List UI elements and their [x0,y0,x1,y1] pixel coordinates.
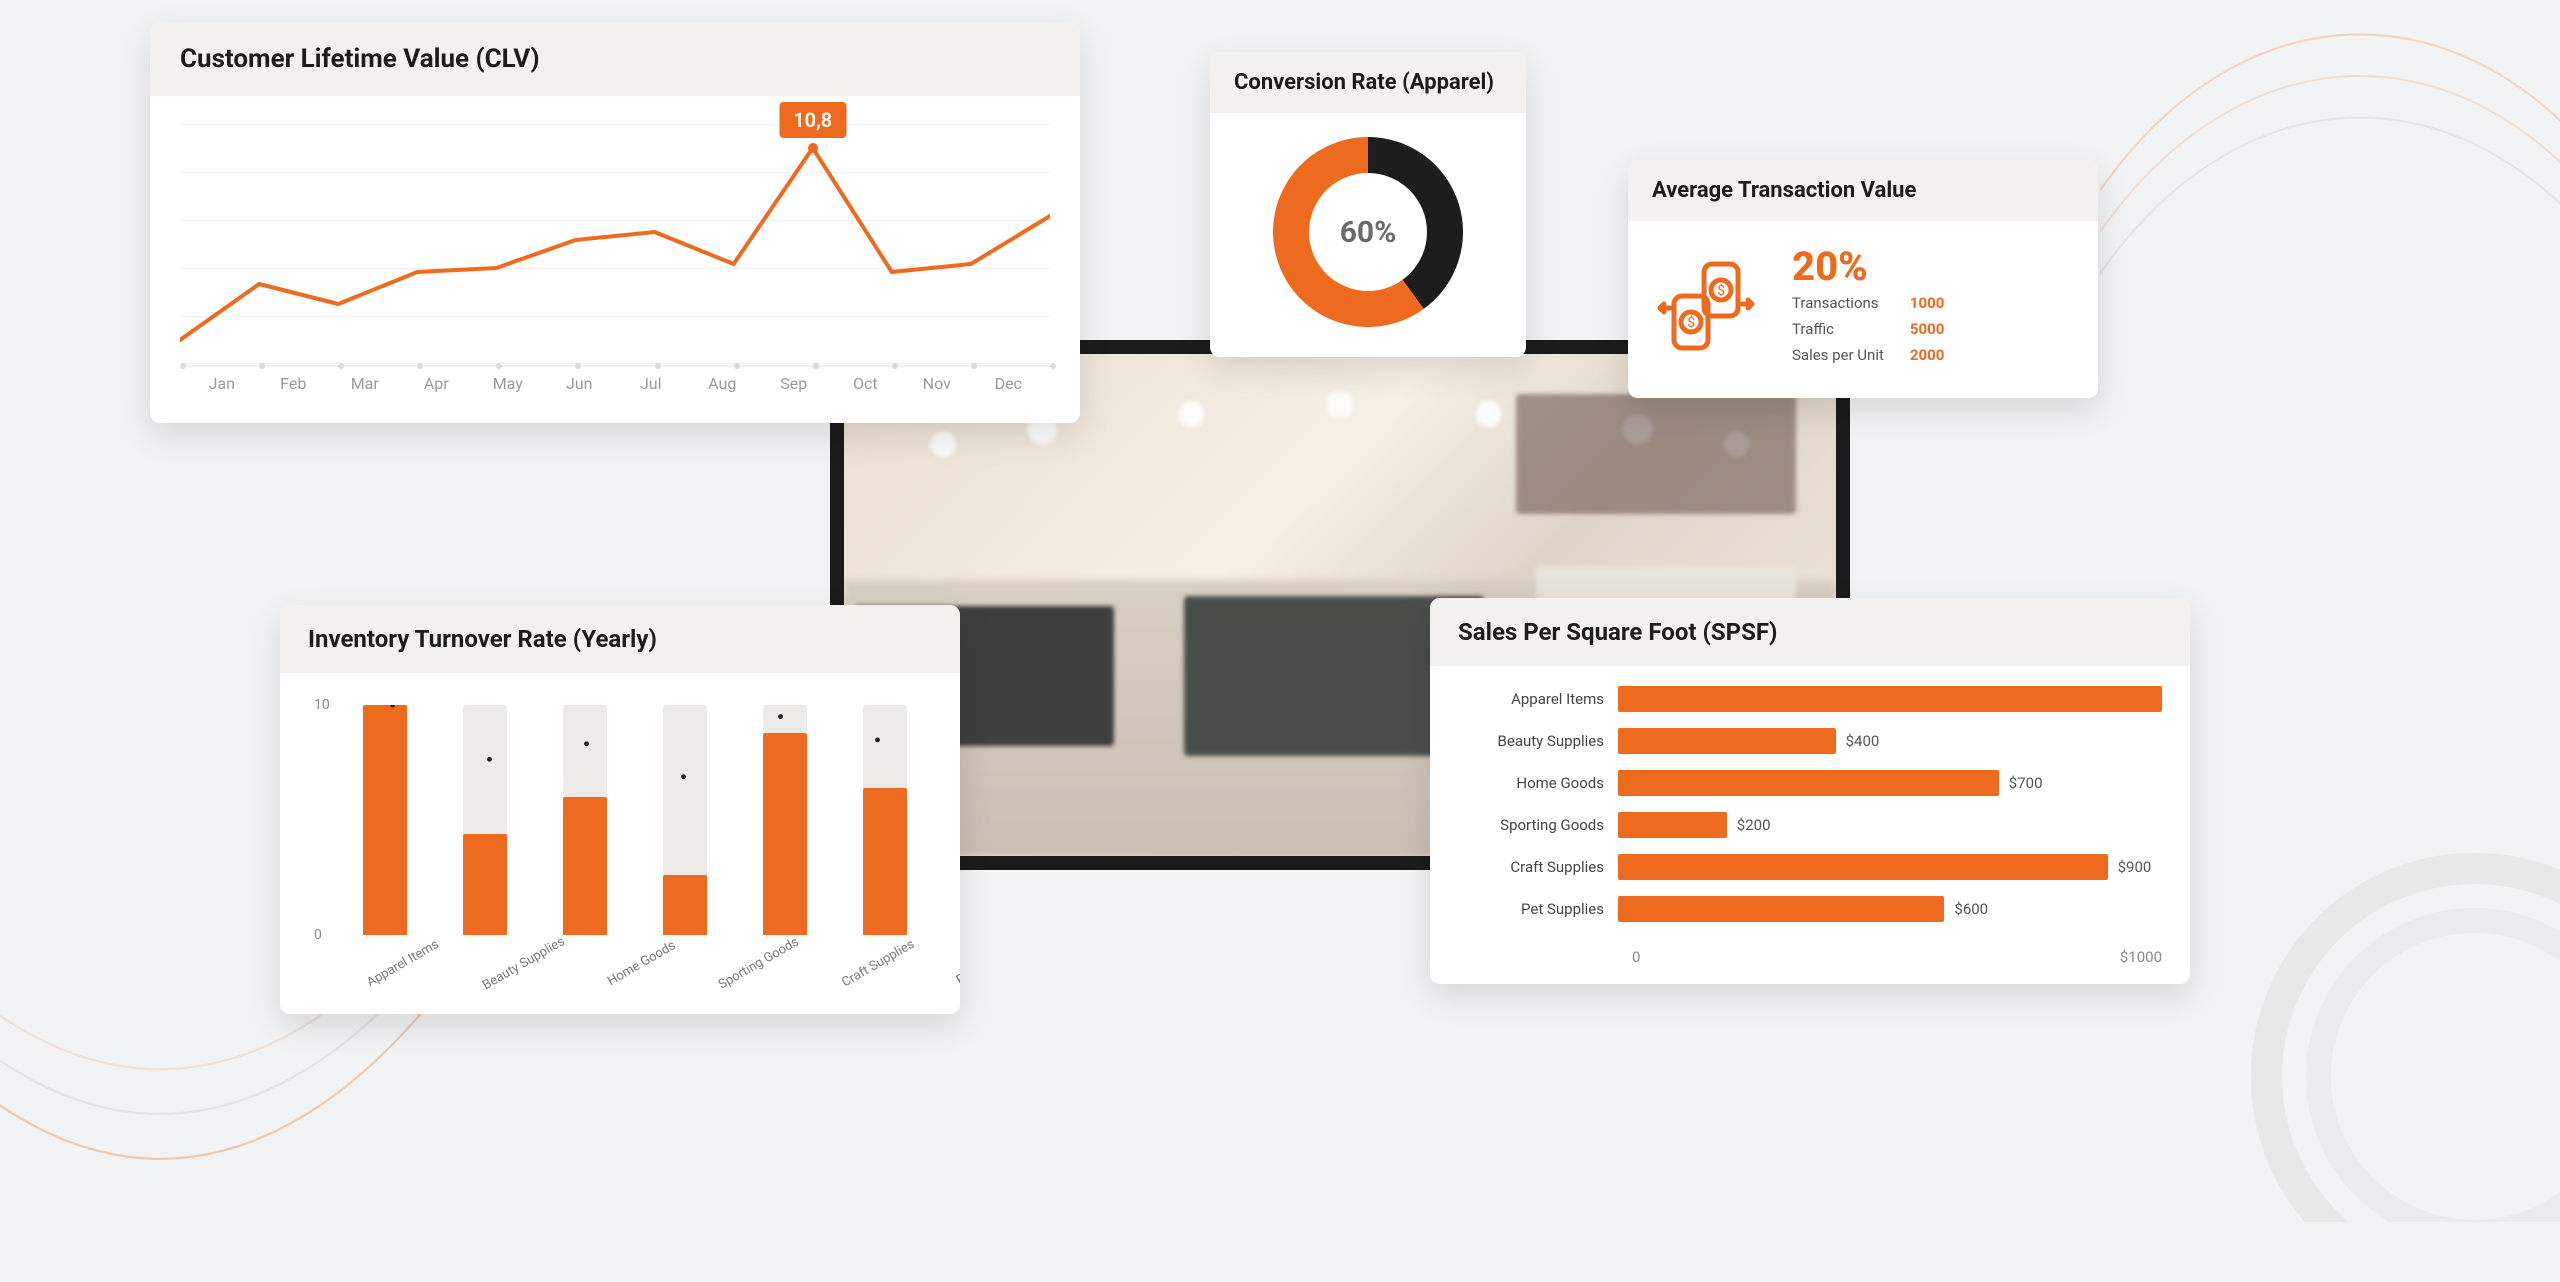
clv-title: Customer Lifetime Value (CLV) [150,22,1080,96]
conversion-card: Conversion Rate (Apparel) 60% [1210,52,1526,357]
atv-metrics: Transactions1000 Traffic5000 Sales per U… [1792,290,1944,368]
spsf-rows: Apparel ItemsBeauty Supplies$400Home Goo… [1430,666,2190,938]
decorative-ribbon [2100,0,2560,440]
conversion-donut: 60% [1273,137,1463,327]
spsf-row: Beauty Supplies$400 [1458,720,2162,762]
clv-highlight-dot [808,143,818,153]
svg-text:$: $ [1687,314,1695,331]
spsf-row: Home Goods$700 [1458,762,2162,804]
spsf-x-axis: 0$1000 [1430,938,2190,984]
atv-title: Average Transaction Value [1628,160,2098,221]
spsf-row: Sporting Goods$200 [1458,804,2162,846]
transaction-icon: $ $ [1656,256,1756,356]
conversion-title: Conversion Rate (Apparel) [1210,52,1526,113]
inventory-x-axis: Apparel ItemsBeauty SuppliesHome GoodsSp… [310,935,930,970]
inventory-card: Inventory Turnover Rate (Yearly) 10 0 Ap… [280,605,960,1014]
spsf-row: Pet Supplies$600 [1458,888,2162,930]
inventory-plot: 10 0 [344,705,926,935]
inventory-title: Inventory Turnover Rate (Yearly) [280,605,960,673]
spsf-title: Sales Per Square Foot (SPSF) [1430,598,2190,666]
clv-plot: 10,8 [180,124,1050,364]
spsf-row: Apparel Items [1458,678,2162,720]
atv-card: Average Transaction Value $ $ 20% Transa… [1628,160,2098,398]
conversion-value: 60% [1340,215,1397,250]
clv-tooltip: 10,8 [779,102,846,138]
svg-text:$: $ [1717,282,1725,299]
clv-x-axis: JanFebMarAprMayJunJulAugSepOctNovDec [180,374,1050,393]
spsf-row: Craft Supplies$900 [1458,846,2162,888]
spsf-card: Sales Per Square Foot (SPSF) Apparel Ite… [1430,598,2190,984]
atv-headline: 20% [1792,243,1944,290]
clv-card: Customer Lifetime Value (CLV) 10,8 JanFe… [150,22,1080,423]
